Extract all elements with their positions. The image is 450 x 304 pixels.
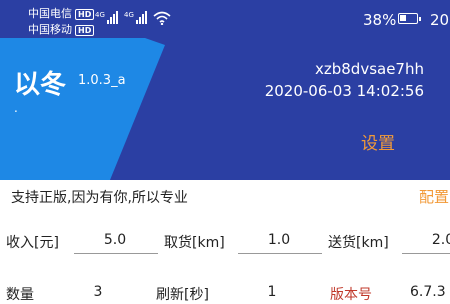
version-label: 版本号: [330, 287, 372, 303]
battery-icon: [398, 13, 421, 24]
delivery-underline: [402, 253, 450, 254]
device-id: xzb8dvsae7hh: [314, 60, 424, 78]
battery-percent: 38%: [363, 11, 397, 29]
refresh-input[interactable]: 1: [248, 284, 296, 300]
income-input[interactable]: 5.0: [74, 232, 156, 248]
quantity-input[interactable]: 3: [74, 284, 122, 300]
app-version: 1.0.3_a: [78, 73, 126, 88]
hd-badge: HD: [75, 8, 95, 20]
pickup-underline: [238, 253, 322, 254]
current-datetime: 2020-06-03 14:02:56: [264, 82, 424, 100]
pickup-input[interactable]: 1.0: [238, 232, 320, 248]
config-button[interactable]: 配置: [419, 186, 449, 207]
signal-icon: 4G: [95, 11, 118, 24]
carrier-1: 中国电信 HD: [28, 7, 95, 20]
pickup-label: 取货[km]: [164, 235, 225, 251]
income-label: 收入[元]: [6, 235, 59, 251]
wifi-icon: [153, 11, 171, 25]
delivery-label: 送货[km]: [328, 235, 389, 251]
app-name: 以冬: [14, 70, 67, 100]
version-value: 6.7.3: [410, 284, 446, 300]
battery-fill: [400, 15, 406, 21]
quantity-label: 数量: [6, 287, 34, 303]
app-dot: .: [14, 101, 18, 115]
header-banner: 中国电信 HD 中国移动 HD 4G 4G 38% 20 以冬 1.0.3_a . …: [0, 0, 450, 180]
slogan-text: 支持正版,因为有你,所以专业: [11, 190, 188, 206]
status-clock: 20: [430, 11, 450, 29]
settings-button[interactable]: 设置: [361, 129, 395, 154]
delivery-input[interactable]: 2.0: [402, 232, 450, 248]
hd-badge: HD: [75, 24, 95, 36]
signal-icon: 4G: [124, 11, 147, 24]
refresh-label: 刷新[秒]: [156, 287, 209, 303]
carrier-2: 中国移动 HD: [28, 23, 95, 36]
income-underline: [74, 253, 158, 254]
status-bar: 中国电信 HD 中国移动 HD 4G 4G 38% 20: [0, 0, 450, 38]
